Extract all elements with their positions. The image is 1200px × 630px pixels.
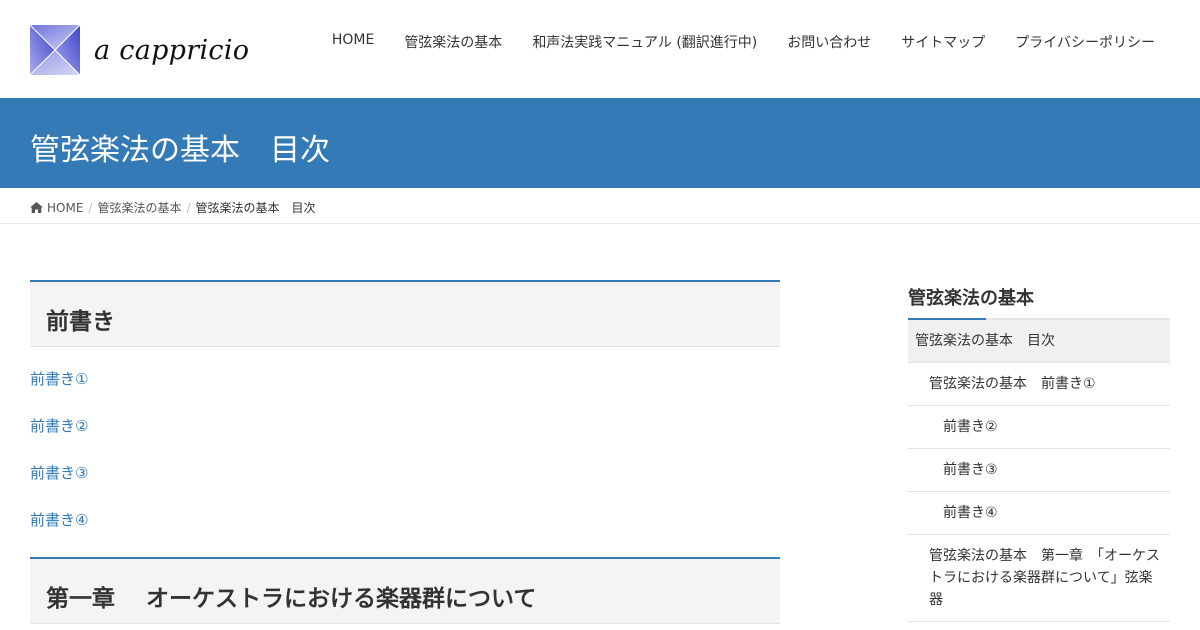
breadcrumb-current: 管弦楽法の基本 目次 <box>195 201 316 215</box>
sidebar-item-toc[interactable]: 管弦楽法の基本 目次 <box>908 320 1170 363</box>
site-logo[interactable]: a cappricio <box>30 25 249 75</box>
breadcrumb: HOME / 管弦楽法の基本 / 管弦楽法の基本 目次 <box>30 199 316 216</box>
preface-link-3[interactable]: 前書き③ <box>30 463 780 510</box>
section-heading-chapter-1: 第一章 オーケストラにおける楽器群について <box>30 557 780 624</box>
sidebar-title-underline <box>908 318 1170 320</box>
home-icon <box>30 202 43 213</box>
sidebar-item-preface-3[interactable]: 前書き③ <box>908 449 1170 492</box>
page-title-bar: 管弦楽法の基本 目次 <box>0 98 1200 188</box>
nav-item-contact[interactable]: お問い合わせ <box>787 32 871 52</box>
site-header: a cappricio HOME 管弦楽法の基本 和声法実践マニュアル (翻訳進… <box>0 0 1200 98</box>
sidebar-title: 管弦楽法の基本 <box>908 288 1034 309</box>
sidebar-item-chapter-1-strings[interactable]: 管弦楽法の基本 第一章 「オーケストラにおける楽器群について」弦楽器 <box>908 535 1170 622</box>
sidebar-item-preface-1[interactable]: 管弦楽法の基本 前書き① <box>908 363 1170 406</box>
page-title: 管弦楽法の基本 目次 <box>30 133 330 168</box>
sidebar-list: 管弦楽法の基本 目次 管弦楽法の基本 前書き① 前書き② 前書き③ 前書き④ 管… <box>908 320 1170 622</box>
breadcrumb-parent-link[interactable]: 管弦楽法の基本 <box>97 199 181 216</box>
main-content: 前書き 前書き① 前書き② 前書き③ 前書き④ 第一章 オーケストラにおける楽器… <box>30 280 780 624</box>
sidebar-item-preface-4[interactable]: 前書き④ <box>908 492 1170 535</box>
nav-item-sitemap[interactable]: サイトマップ <box>901 32 985 52</box>
preface-link-1[interactable]: 前書き① <box>30 369 780 416</box>
breadcrumb-home-link[interactable]: HOME <box>47 201 83 215</box>
sidebar: 管弦楽法の基本 管弦楽法の基本 目次 管弦楽法の基本 前書き① 前書き② 前書き… <box>908 280 1170 622</box>
breadcrumb-separator: / <box>88 200 93 215</box>
nav-item-home[interactable]: HOME <box>332 32 374 52</box>
preface-link-4[interactable]: 前書き④ <box>30 510 780 557</box>
logo-mark-icon <box>30 25 80 75</box>
site-name: a cappricio <box>94 34 250 66</box>
main-nav: HOME 管弦楽法の基本 和声法実践マニュアル (翻訳進行中) お問い合わせ サ… <box>302 32 1155 52</box>
preface-link-list: 前書き① 前書き② 前書き③ 前書き④ <box>30 347 780 557</box>
nav-item-orchestration-basics[interactable]: 管弦楽法の基本 <box>404 32 502 52</box>
preface-link-2[interactable]: 前書き② <box>30 416 780 463</box>
nav-item-harmony-manual[interactable]: 和声法実践マニュアル (翻訳進行中) <box>532 32 757 52</box>
breadcrumb-divider <box>0 223 1200 224</box>
sidebar-item-preface-2[interactable]: 前書き② <box>908 406 1170 449</box>
breadcrumb-separator: / <box>186 200 191 215</box>
nav-item-privacy-policy[interactable]: プライバシーポリシー <box>1015 32 1155 52</box>
section-heading-preface: 前書き <box>30 280 780 347</box>
